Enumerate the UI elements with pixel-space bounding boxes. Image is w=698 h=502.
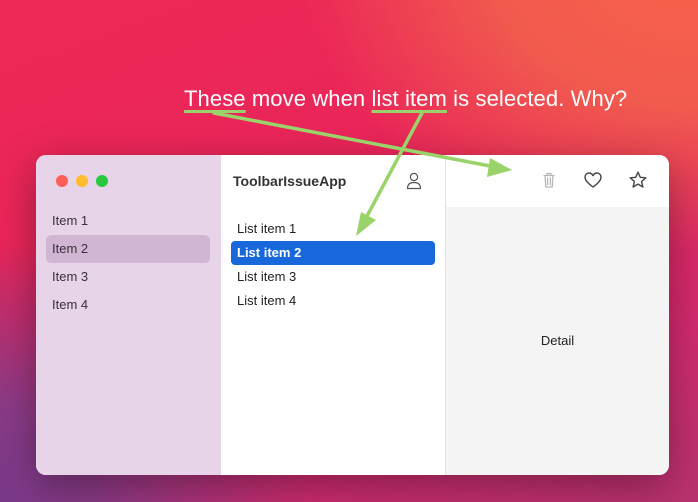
star-icon[interactable] [628, 170, 648, 190]
sidebar-item-4[interactable]: Item 4 [46, 291, 210, 319]
list-column: ToolbarIssueApp List item 1 List item 2 … [221, 155, 446, 475]
detail-pane: Detail [446, 155, 669, 475]
sidebar: Item 1 Item 2 Item 3 Item 4 [36, 155, 221, 475]
annotation-text-end: is selected. Why? [446, 86, 628, 111]
sidebar-item-3[interactable]: Item 3 [46, 263, 210, 291]
item-list: List item 1 List item 2 List item 3 List… [231, 217, 435, 313]
sidebar-item-2[interactable]: Item 2 [46, 235, 210, 263]
list-item-1[interactable]: List item 1 [231, 217, 435, 241]
detail-label: Detail [540, 333, 575, 348]
list-item-4[interactable]: List item 4 [231, 289, 435, 313]
app-window: Item 1 Item 2 Item 3 Item 4 ToolbarIssue… [36, 155, 669, 475]
annotation-word-these: These [184, 86, 246, 111]
detail-toolbar [446, 155, 669, 207]
annotation-word-list-item: list item [371, 86, 447, 111]
list-item-3[interactable]: List item 3 [231, 265, 435, 289]
trash-icon[interactable] [539, 170, 559, 190]
list-item-2[interactable]: List item 2 [231, 241, 435, 265]
sidebar-list: Item 1 Item 2 Item 3 Item 4 [46, 207, 210, 319]
person-icon[interactable] [406, 172, 422, 190]
minimize-window-button[interactable] [76, 175, 88, 187]
window-title: ToolbarIssueApp [233, 173, 347, 189]
annotation-text-middle: move when [245, 86, 372, 111]
heart-icon[interactable] [583, 170, 603, 190]
zoom-window-button[interactable] [96, 175, 108, 187]
close-window-button[interactable] [56, 175, 68, 187]
sidebar-item-1[interactable]: Item 1 [46, 207, 210, 235]
annotation-text: These move when list item is selected. W… [184, 86, 627, 112]
